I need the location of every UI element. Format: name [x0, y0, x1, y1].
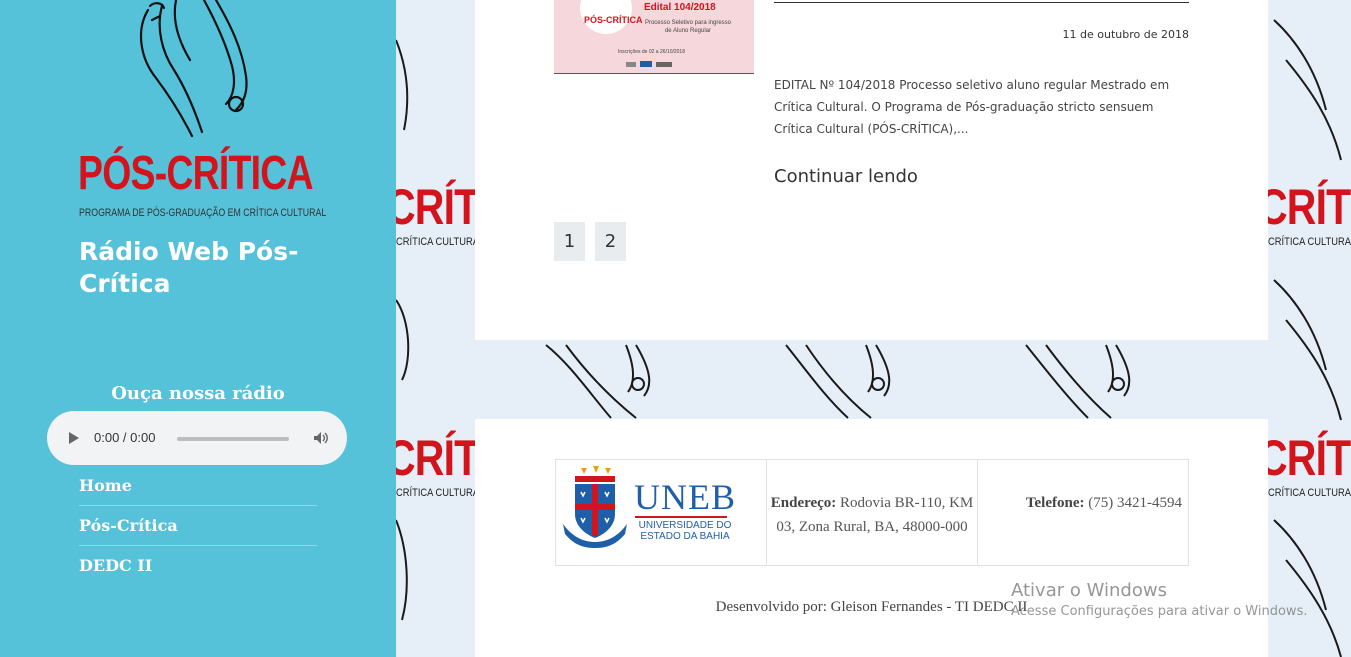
radio-heading: Ouça nossa rádio [111, 383, 285, 404]
site-title[interactable]: Rádio Web Pós-Crítica [79, 236, 339, 300]
phone-cell: Telefone: (75) 3421-4594 [978, 460, 1188, 565]
thumbnail-brand: PÓS-CRÍTICA [584, 15, 643, 25]
thumbnail-title: Edital 104/2018 [644, 2, 716, 13]
address-cell: Endereço: Rodovia BR-110, KM 03, Zona Ru… [767, 460, 978, 565]
uneb-line-1: UNIVERSIDADE DO [638, 520, 732, 531]
thumbnail-description: Processo Seletivo para ingresso de Aluno… [644, 20, 732, 34]
post-thumbnail[interactable]: PÓS-CRÍTICA Edital 104/2018 Processo Sel… [554, 0, 754, 74]
thumbnail-logos-icon [626, 61, 672, 67]
page-2-button[interactable]: 2 [595, 222, 626, 261]
sidebar-nav: Home Pós-Crítica DEDC II [79, 466, 317, 586]
contact-table: UNEB UNIVERSIDADE DO ESTADO DA BAHIA End… [555, 459, 1189, 566]
address-text: Endereço: Rodovia BR-110, KM 03, Zona Ru… [767, 491, 977, 539]
pos-critica-logo[interactable]: PÓS-CRÍTICA PROGRAMA DE PÓS-GRADUAÇÃO EM… [76, 0, 326, 225]
uneb-logo[interactable]: UNEB UNIVERSIDADE DO ESTADO DA BAHIA [559, 464, 759, 560]
read-more-link[interactable]: Continuar lendo [774, 166, 918, 187]
play-icon[interactable] [69, 432, 79, 444]
phone-text: Telefone: (75) 3421-4594 [978, 491, 1188, 515]
address-label: Endereço: [770, 495, 837, 511]
nav-item-pos-critica[interactable]: Pós-Crítica [79, 506, 317, 546]
nav-item-home[interactable]: Home [79, 466, 317, 506]
footer-credits: Desenvolvido por: Gleison Fernandes - TI… [715, 599, 1028, 615]
uneb-cell: UNEB UNIVERSIDADE DO ESTADO DA BAHIA [556, 460, 767, 565]
phone-value: (75) 3421-4594 [1088, 495, 1182, 511]
uneb-subtitle: UNIVERSIDADE DO ESTADO DA BAHIA [635, 520, 735, 542]
post-date: 11 de outubro de 2018 [1062, 28, 1189, 41]
uneb-line-2: ESTADO DA BAHIA [640, 531, 730, 542]
post-card: PÓS-CRÍTICA Edital 104/2018 Processo Sel… [475, 0, 1268, 340]
post-excerpt: EDITAL Nº 104/2018 Processo seletivo alu… [774, 78, 1170, 136]
uneb-rule [635, 516, 727, 518]
uneb-name: UNEB [634, 477, 736, 517]
audio-player: 0:00 / 0:00 [47, 411, 347, 465]
logo-brand-text: PÓS-CRÍTICA [78, 147, 314, 200]
thumbnail-dates: Inscrições de 02 a 26/10/2018 [618, 49, 685, 55]
logo-subtitle: PROGRAMA DE PÓS-GRADUAÇÃO EM CRÍTICA CUL… [79, 207, 327, 219]
page-1-button[interactable]: 1 [554, 222, 585, 261]
sidebar: PÓS-CRÍTICA PROGRAMA DE PÓS-GRADUAÇÃO EM… [0, 0, 396, 657]
post-divider [774, 2, 1189, 3]
audio-seek-bar[interactable] [177, 437, 289, 441]
footer-card: UNEB UNIVERSIDADE DO ESTADO DA BAHIA End… [475, 419, 1268, 657]
audio-time: 0:00 / 0:00 [94, 430, 156, 445]
uneb-crest-icon [563, 466, 627, 548]
phone-label: Telefone: [1025, 495, 1085, 511]
nav-item-dedc-ii[interactable]: DEDC II [79, 546, 317, 586]
dancer-figure-icon [140, 0, 248, 138]
volume-icon[interactable] [313, 430, 329, 446]
